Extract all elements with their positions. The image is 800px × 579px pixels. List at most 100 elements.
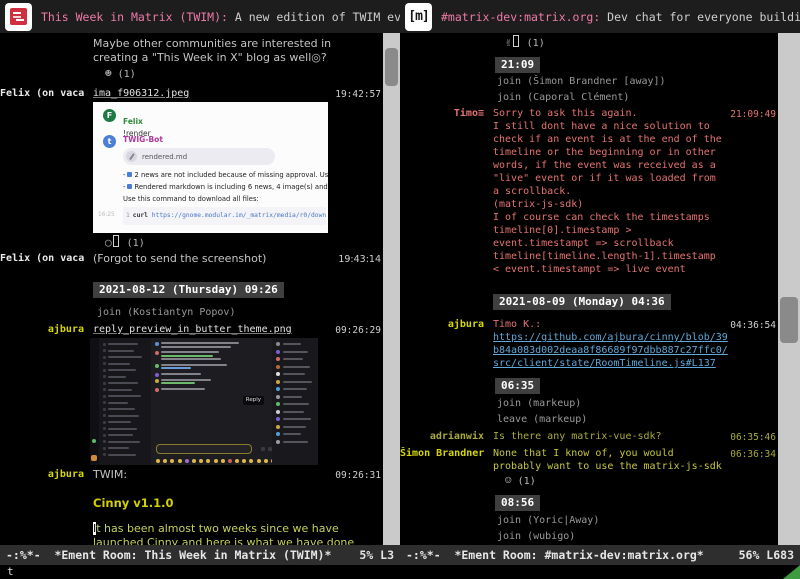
attachment-file-link[interactable]: ima_f906312.jpeg	[93, 88, 189, 99]
decor	[161, 367, 191, 369]
reaction-emoji[interactable]: ✌	[505, 36, 512, 49]
decor	[276, 350, 318, 355]
decor	[283, 441, 308, 443]
message-line: timeline or the beginning or in other	[493, 146, 778, 159]
avatar: F	[103, 109, 116, 122]
message-line: check if an event is at the end of the	[493, 133, 778, 146]
decor	[103, 414, 106, 417]
decor	[108, 428, 137, 430]
decor	[276, 395, 318, 400]
decor	[155, 342, 272, 349]
reaction-emoji[interactable]: ◯	[105, 236, 112, 249]
decor	[103, 362, 106, 365]
decor	[103, 434, 106, 437]
reaction[interactable]: ☺ (1)	[505, 474, 778, 488]
decor	[155, 388, 159, 392]
decor	[170, 459, 174, 463]
decor	[161, 382, 195, 384]
message-line: event.timestampt => scrollback	[493, 237, 778, 250]
attachment-image-cinny-screenshot[interactable]: Reply	[90, 338, 318, 465]
decor	[257, 459, 261, 463]
time-divider-row: 06:35	[495, 374, 778, 394]
decor	[271, 459, 272, 463]
attachment-image-fractal-screenshot[interactable]: F Felix !render t TWIG-Bot rendered.md -…	[93, 102, 328, 233]
hollow-cursor	[113, 235, 119, 247]
attachment-name: rendered.md	[142, 153, 187, 161]
reaction[interactable]: ◯ (1)	[105, 235, 383, 250]
date-divider-row: 2021-08-12 (Thursday) 09:26	[93, 278, 383, 298]
decor	[276, 417, 318, 422]
decor	[161, 351, 272, 362]
decor	[108, 408, 135, 410]
scrollbar[interactable]	[778, 33, 800, 545]
decor	[283, 403, 309, 405]
decor	[103, 349, 151, 353]
decor	[283, 366, 310, 368]
decor	[161, 373, 201, 375]
sender-name: Timo≡	[400, 107, 484, 120]
decor	[276, 395, 280, 399]
decor	[161, 364, 272, 371]
reaction-count: (1)	[527, 38, 545, 49]
membership-event: join (Šimon Brandner [away])	[497, 75, 778, 88]
window-twim: This Week in Matrix (TWIM): A new editio…	[0, 0, 400, 565]
buffer-matrix-dev[interactable]: ✌ (1) 21:09 join (Šimon Brandner [away])…	[400, 33, 778, 545]
membership-event: join (Yoric|Away)	[497, 514, 778, 527]
cinny-room-list	[99, 338, 151, 465]
decor	[276, 365, 318, 370]
decor	[155, 364, 272, 371]
decor	[283, 426, 306, 428]
timestamp: 19:43:14	[338, 253, 381, 267]
message-body: Maybe other communities are interested i…	[93, 37, 383, 65]
text-cursor: I	[93, 522, 96, 535]
reaction[interactable]: ✌ (1)	[505, 35, 778, 50]
timestamp: 19:42:57	[335, 88, 381, 101]
scrollbar[interactable]	[383, 33, 400, 545]
message: Šimon Brandner None that I know of, you …	[400, 447, 778, 473]
scrollbar-thumb[interactable]	[780, 297, 798, 343]
decor	[103, 375, 151, 379]
message-link[interactable]: https://github.com/ajbura/cinny/blob/39	[493, 331, 778, 344]
message: Felix (on vaca ima_f906312.jpeg 19:42:57	[0, 87, 383, 100]
screenshot-username: TWIG-Bot	[123, 135, 163, 148]
room-name: This Week in Matrix (TWIM):	[41, 10, 228, 24]
buffer-twim[interactable]: Maybe other communities are interested i…	[0, 33, 383, 545]
decor	[103, 401, 106, 404]
cinny-input	[156, 444, 252, 454]
timestamp: 06:35:46	[730, 431, 776, 444]
message-line: creating a "This Week in X" blog as well…	[93, 51, 383, 65]
reaction-emoji[interactable]: ☺	[505, 474, 512, 487]
modeline-buffer-name: -:%*- *Ement Room: #matrix-dev:matrix.or…	[406, 545, 704, 565]
room-topic: A new edition of TWIM ev	[228, 10, 400, 24]
timestamp: 04:36:54	[730, 319, 776, 332]
decor	[103, 440, 106, 443]
file-attachment-pill: rendered.md	[123, 148, 275, 165]
decor	[103, 381, 151, 385]
reaction[interactable]: ☻ (1)	[105, 67, 383, 81]
sender-name: ajbura	[400, 318, 484, 331]
sender-name: ajbura	[0, 323, 84, 336]
decor	[155, 351, 272, 362]
message-link[interactable]: b84a083d002deaa8f86689f97dbb887c27ffc0/	[493, 344, 778, 357]
message-link[interactable]: src/client/state/RoomTimeline.js#L137	[493, 357, 778, 370]
decor	[276, 387, 318, 392]
reaction-emoji[interactable]: ☻	[105, 67, 112, 80]
decor	[108, 402, 128, 404]
corner-resize-grip	[783, 565, 800, 579]
echo-area[interactable]: t	[0, 565, 800, 579]
scrollbar-thumb[interactable]	[385, 48, 398, 86]
decor	[103, 369, 106, 372]
screenshot-text: Use this command to download all files:	[123, 195, 328, 203]
message-line: a scrollback.	[493, 185, 778, 198]
decor	[108, 441, 140, 443]
attachment-file-link[interactable]: reply_preview_in_butter_theme.png	[93, 324, 292, 335]
room-name: #matrix-dev:matrix.org:	[441, 10, 600, 24]
decor	[228, 459, 232, 463]
screenshot-row: t TWIG-Bot	[103, 135, 163, 148]
decor	[155, 373, 159, 377]
timestamp: 06:36:34	[730, 448, 776, 461]
decor	[276, 342, 318, 347]
decor	[108, 389, 132, 391]
decor	[108, 454, 136, 456]
decor	[155, 379, 272, 386]
